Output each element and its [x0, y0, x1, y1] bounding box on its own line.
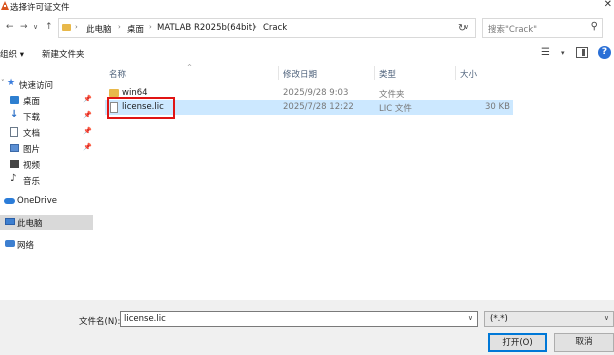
chevron-down-icon[interactable]: ∨	[604, 314, 609, 322]
address-bar[interactable]: › 此电脑 › 桌面 › MATLAB R2025b(64bit) › Crac…	[58, 18, 476, 38]
search-placeholder: 搜索"Crack"	[488, 25, 538, 35]
cloud-icon	[4, 198, 15, 204]
nav-item-label: 桌面	[23, 97, 41, 107]
pin-icon[interactable]: 📌	[83, 95, 92, 103]
nav-item-label: 此电脑	[17, 219, 43, 229]
nav-item-music[interactable]: ♪ 音乐	[0, 173, 93, 188]
desktop-icon	[10, 96, 19, 104]
nav-item-label: 下载	[23, 113, 41, 123]
nav-item-this-pc[interactable]: 此电脑	[0, 215, 93, 230]
filter-value: (*.*)	[490, 314, 508, 324]
nav-item-label: 音乐	[23, 177, 41, 187]
cancel-button[interactable]: 取消	[554, 333, 614, 352]
column-header-type[interactable]: 类型	[379, 68, 396, 80]
filename-value: license.lic	[124, 314, 166, 324]
chevron-right-icon[interactable]: ›	[118, 23, 121, 31]
highlight-annotation-box	[107, 97, 175, 119]
file-modified: 2025/9/28 9:03	[283, 88, 349, 98]
computer-icon	[5, 218, 15, 225]
download-icon: ↓	[10, 109, 19, 120]
file-type: LIC 文件	[379, 104, 412, 114]
organize-button[interactable]: 组织 ▾	[0, 48, 24, 60]
dialog-footer: 文件名(N): license.lic ∨ (*.*) ∨ 打开(O) 取消	[0, 300, 614, 355]
nav-item-label: 视频	[23, 161, 41, 171]
preview-pane-icon[interactable]	[576, 47, 588, 58]
column-divider[interactable]	[455, 66, 456, 80]
picture-icon	[10, 144, 19, 152]
nav-item-label: 快速访问	[19, 81, 54, 91]
forward-arrow-icon[interactable]: →	[20, 22, 28, 32]
address-bar-row: ← → ∨ ↑ › 此电脑 › 桌面 › MATLAB R2025b(64bit…	[0, 14, 614, 44]
help-icon[interactable]: ?	[598, 46, 611, 59]
chevron-right-icon[interactable]: ›	[254, 23, 257, 31]
chevron-right-icon[interactable]: ›	[75, 23, 78, 31]
network-icon	[5, 240, 15, 247]
star-icon: ★	[7, 78, 16, 88]
column-header-modified[interactable]: 修改日期	[283, 68, 317, 80]
column-divider[interactable]	[374, 66, 375, 80]
pin-icon[interactable]: 📌	[83, 127, 92, 135]
recent-locations-chevron-icon[interactable]: ∨	[33, 23, 38, 31]
nav-item-network[interactable]: 网络	[0, 237, 93, 252]
sort-ascending-icon: ^	[187, 64, 193, 71]
nav-item-quick-access[interactable]: ˅ ★ 快速访问	[0, 77, 93, 92]
file-modified: 2025/7/28 12:22	[283, 102, 354, 112]
breadcrumb-matlab[interactable]: MATLAB R2025b(64bit)	[157, 23, 255, 33]
toolbar: 组织 ▾ 新建文件夹 ☰ ▾ ?	[0, 44, 614, 64]
filename-input[interactable]: license.lic ∨	[120, 311, 478, 327]
nav-item-pictures[interactable]: 图片 📌	[0, 141, 93, 156]
nav-item-label: 图片	[23, 145, 41, 155]
file-list: 名称 ^ 修改日期 类型 大小 win64 2025/9/28 9:03 文件夹…	[100, 64, 614, 300]
open-button[interactable]: 打开(O)	[488, 333, 547, 352]
document-icon	[10, 127, 18, 137]
breadcrumb-this-pc[interactable]: 此电脑	[86, 23, 112, 35]
nav-item-documents[interactable]: 文档 📌	[0, 125, 93, 140]
nav-item-label: OneDrive	[17, 196, 57, 206]
pin-icon[interactable]: 📌	[83, 111, 92, 119]
folder-icon	[109, 89, 119, 97]
back-arrow-icon[interactable]: ←	[6, 22, 14, 32]
breadcrumb-crack[interactable]: Crack	[263, 23, 287, 33]
column-divider[interactable]	[278, 66, 279, 80]
window-title: 选择许可证文件	[10, 3, 70, 13]
nav-item-desktop[interactable]: 桌面 📌	[0, 93, 93, 108]
nav-item-label: 文档	[23, 129, 41, 139]
close-button[interactable]: ✕	[604, 0, 612, 10]
view-icon[interactable]: ☰	[541, 47, 550, 58]
column-header-name[interactable]: 名称	[109, 68, 126, 80]
title-bar: 选择许可证文件 ✕	[0, 0, 614, 14]
chevron-down-icon[interactable]: ˅	[1, 79, 5, 87]
app-icon	[1, 1, 9, 10]
navigation-pane: ˅ ★ 快速访问 桌面 📌 ↓ 下载 📌 文档 📌 图片 📌 视频 ♪ 音乐 O…	[0, 64, 95, 300]
music-icon: ♪	[10, 173, 17, 184]
nav-item-onedrive[interactable]: OneDrive	[0, 194, 93, 209]
nav-item-videos[interactable]: 视频	[0, 157, 93, 172]
view-dropdown-icon[interactable]: ▾	[561, 49, 565, 57]
up-arrow-icon[interactable]: ↑	[45, 22, 53, 32]
file-size: 30 KB	[485, 102, 510, 112]
chevron-down-icon[interactable]: ∨	[468, 314, 473, 322]
file-type: 文件夹	[379, 90, 405, 100]
folder-icon	[62, 24, 71, 31]
nav-item-downloads[interactable]: ↓ 下载 📌	[0, 109, 93, 124]
refresh-icon[interactable]: ↻	[458, 23, 466, 34]
file-type-filter[interactable]: (*.*) ∨	[484, 311, 614, 327]
pin-icon[interactable]: 📌	[83, 143, 92, 151]
filename-label: 文件名(N):	[79, 317, 121, 327]
chevron-right-icon[interactable]: ›	[149, 23, 152, 31]
nav-item-label: 网络	[17, 241, 35, 251]
breadcrumb-desktop[interactable]: 桌面	[127, 23, 144, 35]
search-icon[interactable]: ⚲	[591, 21, 598, 32]
search-input[interactable]: 搜索"Crack" ⚲	[482, 18, 603, 38]
video-icon	[10, 160, 19, 168]
column-header-size[interactable]: 大小	[460, 68, 477, 80]
new-folder-button[interactable]: 新建文件夹	[42, 48, 85, 60]
